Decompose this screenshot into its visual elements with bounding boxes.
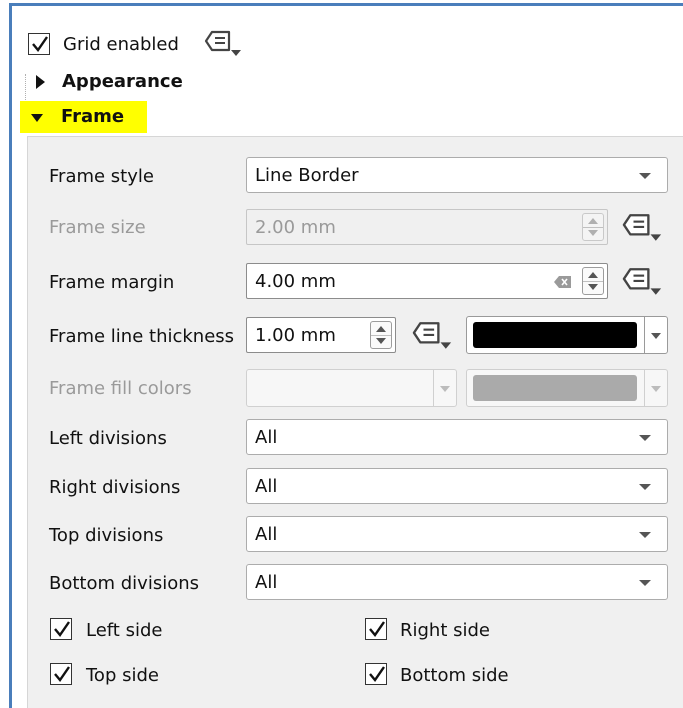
stepper-divider (371, 335, 391, 336)
stepper-divider (583, 227, 603, 228)
appearance-section-header[interactable]: Appearance (62, 71, 183, 93)
frame-size-spinbox[interactable]: 2.00 mm (246, 209, 608, 245)
right-side-checkbox[interactable] (365, 618, 387, 640)
frame-fill-color-2-button[interactable] (466, 369, 668, 407)
frame-line-thickness-label: Frame line thickness (49, 326, 235, 347)
spin-down-icon (376, 338, 386, 344)
frame-style-value: Line Border (255, 165, 359, 186)
frame-margin-label: Frame margin (49, 272, 175, 293)
clear-field-icon[interactable] (554, 276, 571, 288)
top-divisions-label: Top divisions (49, 525, 164, 546)
data-defined-override-icon[interactable] (410, 319, 454, 353)
checkmark-icon (54, 666, 70, 682)
frame-style-label: Frame style (49, 166, 154, 187)
checkmark-icon (54, 621, 70, 637)
spin-down-icon (588, 284, 598, 290)
frame-line-thickness-spinbox[interactable]: 1.00 mm (246, 317, 396, 353)
chevron-down-icon[interactable] (651, 333, 661, 339)
chevron-down-icon (639, 435, 651, 441)
chevron-down-icon (639, 484, 651, 490)
right-divisions-value: All (255, 476, 278, 497)
checkmark-icon (32, 36, 48, 52)
left-side-label: Left side (86, 620, 163, 641)
color-button-divider (433, 370, 434, 406)
chevron-down-icon[interactable] (651, 386, 661, 392)
top-side-label: Top side (86, 665, 159, 686)
frame-fill-color-1-button[interactable] (246, 369, 457, 407)
expand-appearance-icon[interactable] (36, 75, 45, 89)
frame-fill-colors-label: Frame fill colors (49, 378, 192, 399)
frame-margin-spinbox[interactable]: 4.00 mm (246, 263, 608, 299)
right-divisions-label: Right divisions (49, 477, 181, 498)
chevron-down-icon[interactable] (440, 386, 450, 392)
frame-section-header[interactable]: Frame (61, 106, 124, 128)
grid-enabled-label: Grid enabled (63, 34, 179, 55)
frame-margin-value: 4.00 mm (255, 271, 336, 292)
color-button-divider (644, 370, 645, 406)
top-divisions-combobox[interactable]: All (246, 516, 668, 552)
top-divisions-value: All (255, 524, 278, 545)
data-defined-override-icon[interactable] (620, 211, 664, 245)
stepper-divider (583, 281, 603, 282)
left-divisions-label: Left divisions (49, 428, 167, 449)
chevron-down-icon (639, 173, 651, 179)
frame-margin-stepper[interactable] (582, 267, 604, 295)
spin-down-icon (588, 230, 598, 236)
frame-size-stepper[interactable] (582, 213, 604, 241)
frame-line-thickness-stepper[interactable] (370, 321, 392, 349)
data-defined-override-icon[interactable] (620, 265, 664, 299)
left-divisions-value: All (255, 427, 278, 448)
spin-up-icon (588, 218, 598, 224)
grid-enabled-checkbox[interactable] (28, 33, 50, 55)
frame-size-value: 2.00 mm (255, 217, 336, 238)
spin-up-icon (376, 326, 386, 332)
right-divisions-combobox[interactable]: All (246, 468, 668, 504)
frame-line-thickness-value: 1.00 mm (255, 325, 336, 346)
data-defined-override-icon[interactable] (203, 28, 243, 60)
left-side-checkbox[interactable] (50, 618, 72, 640)
fill-color-swatch (473, 375, 637, 401)
spin-up-icon (588, 272, 598, 278)
frame-style-combobox[interactable]: Line Border (246, 157, 668, 193)
frame-line-color-button[interactable] (466, 316, 668, 354)
left-divisions-combobox[interactable]: All (246, 419, 668, 455)
bottom-divisions-value: All (255, 572, 278, 593)
bottom-divisions-label: Bottom divisions (49, 573, 200, 594)
checkmark-icon (369, 666, 385, 682)
top-side-checkbox[interactable] (50, 663, 72, 685)
collapse-frame-icon[interactable] (31, 114, 43, 122)
chevron-down-icon (639, 580, 651, 586)
chevron-down-icon (639, 532, 651, 538)
right-side-label: Right side (400, 620, 490, 641)
bottom-side-checkbox[interactable] (365, 663, 387, 685)
line-color-swatch (473, 322, 637, 348)
frame-size-label: Frame size (49, 217, 146, 238)
checkmark-icon (369, 621, 385, 637)
color-button-divider (644, 317, 645, 353)
bottom-divisions-combobox[interactable]: All (246, 564, 668, 600)
bottom-side-label: Bottom side (400, 665, 509, 686)
